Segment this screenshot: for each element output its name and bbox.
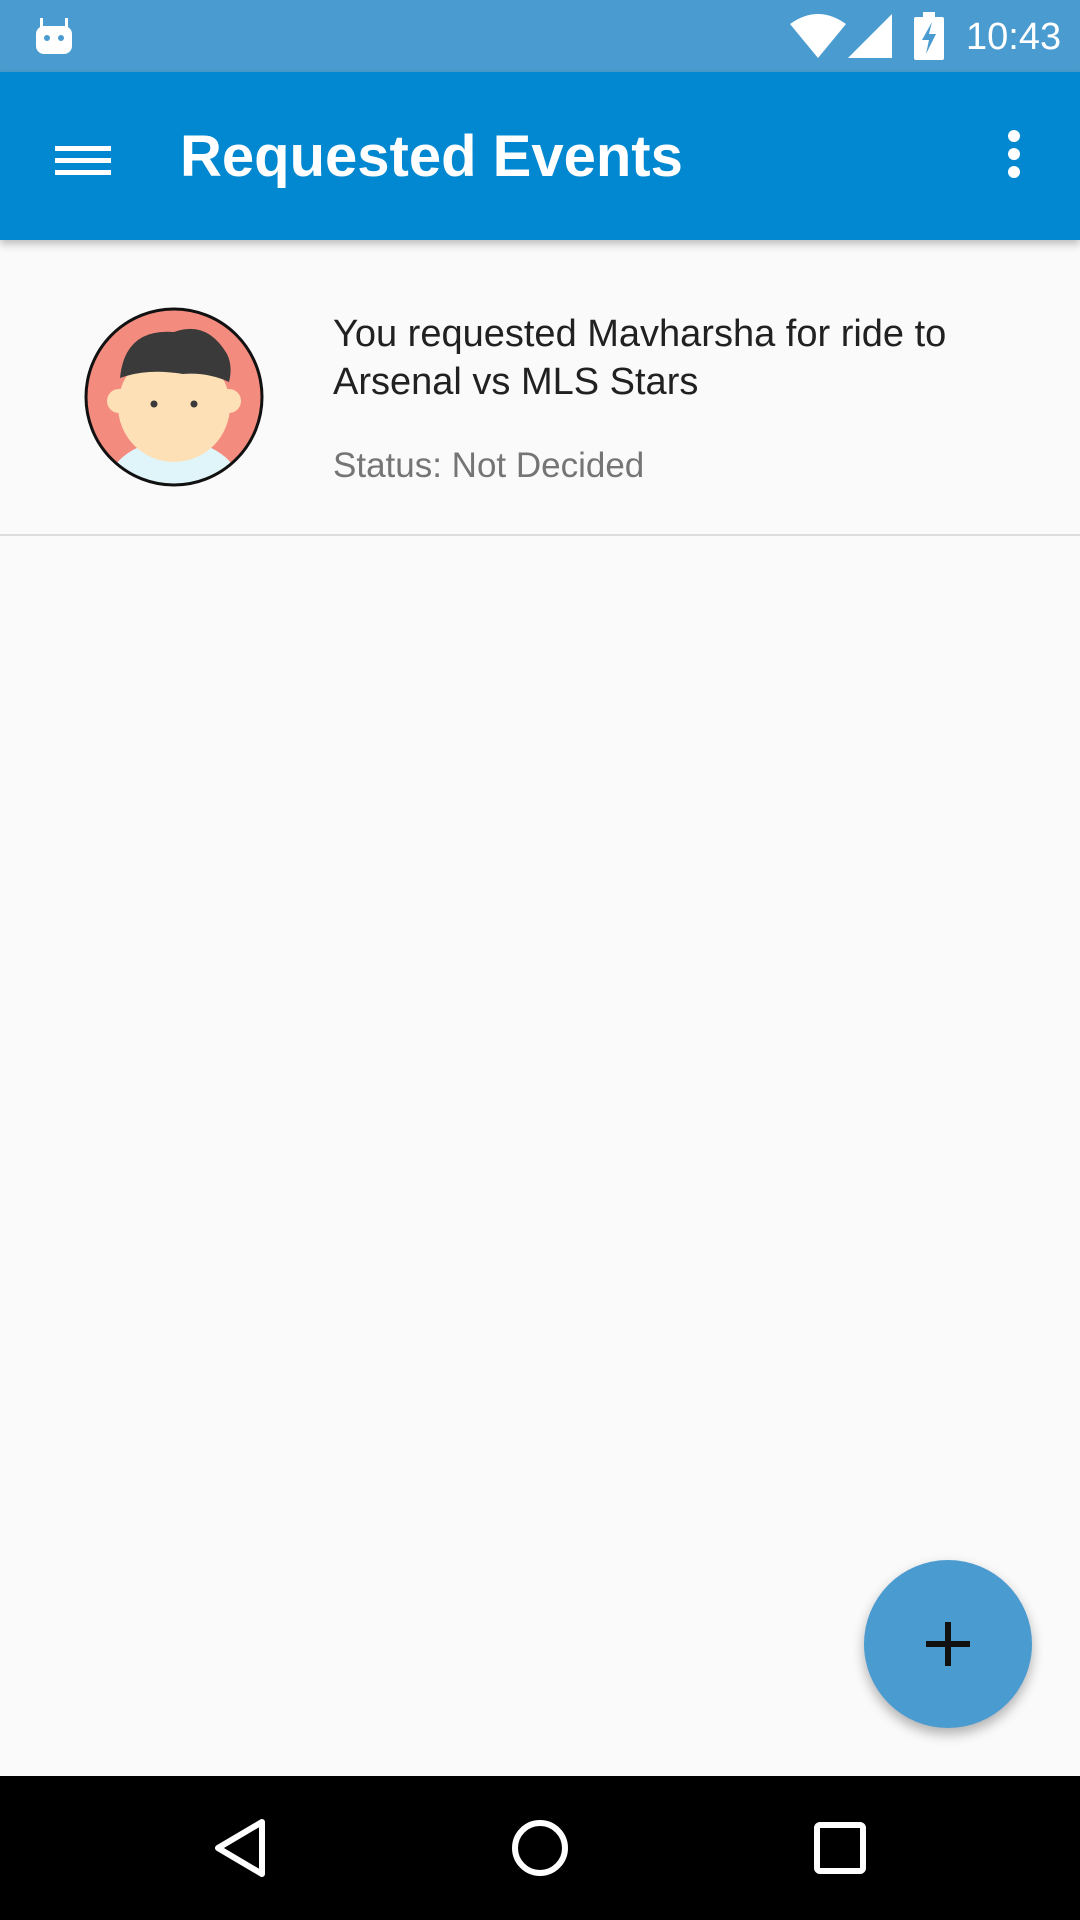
home-button[interactable] [490, 1798, 590, 1898]
app-bar: Requested Events [0, 72, 1080, 240]
request-status: Status: Not Decided [333, 446, 645, 485]
page-title: Requested Events [180, 124, 683, 189]
recents-icon [814, 1822, 866, 1874]
android-notification-icon [36, 18, 72, 54]
back-icon [215, 1819, 265, 1877]
request-title: You requested Mavharsha for ride to Arse… [333, 313, 947, 403]
hamburger-menu-icon [55, 146, 111, 175]
overflow-menu-button[interactable] [996, 124, 1032, 194]
add-button[interactable] [864, 1560, 1032, 1728]
wifi-icon [790, 14, 846, 58]
recents-button[interactable] [790, 1798, 890, 1898]
request-list-item[interactable]: You requested Mavharsha for ride to Arse… [0, 240, 1080, 536]
more-vert-icon [1008, 130, 1020, 178]
navigation-bar [0, 1776, 1080, 1920]
battery-charging-icon [914, 12, 944, 60]
home-icon [512, 1820, 568, 1876]
user-avatar-icon [84, 307, 264, 487]
status-bar: 10:43 [0, 0, 1080, 72]
back-button[interactable] [190, 1798, 290, 1898]
signal-icon [848, 14, 892, 58]
clock: 10:43 [966, 16, 1062, 58]
menu-button[interactable] [40, 122, 130, 192]
add-icon [926, 1622, 970, 1666]
